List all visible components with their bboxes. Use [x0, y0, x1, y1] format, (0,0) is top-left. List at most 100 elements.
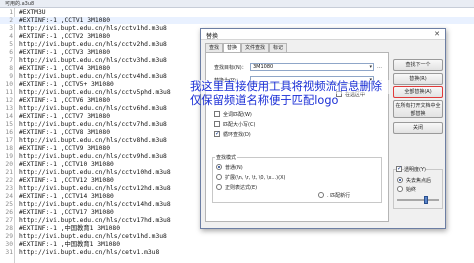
find-next-button[interactable]: 查找下一个 — [393, 59, 443, 71]
line-number: 27 — [5, 216, 13, 224]
line-number: 20 — [5, 160, 13, 168]
line-number: 17 — [5, 136, 13, 144]
dot-newline-label: . 匹配新行 — [327, 193, 351, 199]
line-text: #EXTINF:-1 ,CCTV5+ 3M1080 — [19, 80, 114, 88]
line-text: http://ivi.bupt.edu.cn/hls/cctv12hd.m3u8 — [19, 184, 171, 192]
line-text: http://ivi.bupt.edu.cn/hls/cctv10hd.m3u8 — [19, 168, 171, 176]
line-text: #EXTINF:-1 ,中国教育1 3M1080 — [19, 224, 121, 232]
tab-find[interactable]: 查找 — [205, 43, 223, 52]
find-input[interactable]: 3M1080 ▾ — [250, 63, 374, 71]
line-number: 7 — [9, 56, 13, 64]
line-number: 4 — [9, 32, 13, 40]
line-number: 24 — [5, 192, 13, 200]
line-text: #EXTINF:-1 ,CCTV17 3M1080 — [19, 208, 114, 216]
line-number: 8 — [9, 64, 13, 72]
line-number: 11 — [5, 88, 13, 96]
line-number: 19 — [5, 152, 13, 160]
line-number: 13 — [5, 104, 13, 112]
transparency-always-radio[interactable] — [397, 186, 403, 192]
line-text: #EXTINF:-1 ,CCTV12 3M1080 — [19, 176, 114, 184]
search-mode-radio[interactable] — [216, 164, 222, 170]
editor-line[interactable]: 31 http://ivi.bupt.edu.cn/hls/cetv1.m3u8 — [0, 249, 474, 257]
dialog-title: 替换 — [206, 33, 219, 40]
transparency-always-label: 始终 — [406, 187, 417, 193]
transparency-on-lose-focus-label: 失去焦点后 — [406, 178, 432, 184]
line-text: #EXTINF:-1 ,CCTV4 3M1080 — [19, 64, 110, 72]
find-value: 3M1080 — [253, 64, 274, 70]
line-text: http://ivi.bupt.edu.cn/hls/cctv14hd.m3u8 — [19, 200, 171, 208]
line-number: 10 — [5, 80, 13, 88]
line-number: 31 — [5, 248, 13, 256]
option-label: 循环查找(D) — [223, 132, 251, 138]
search-mode-title: 查找模式 — [215, 154, 238, 161]
chevron-down-icon[interactable]: ▾ — [369, 64, 372, 70]
search-mode-label: 扩展(\n, \r, \t, \0, \x...)(X) — [225, 175, 286, 181]
editor-line[interactable]: 1 #EXTM3U — [0, 9, 474, 17]
editor-line[interactable]: 2 #EXTINF:-1 ,CCTV1 3M1080 — [0, 16, 474, 24]
line-text: http://ivi.bupt.edu.cn/hls/cctv5phd.m3u8 — [19, 88, 171, 96]
editor-line[interactable]: 30 #EXTINF:-1 ,中国教育1 3M1080 — [0, 241, 474, 249]
line-text: #EXTINF:-1 ,CCTV7 3M1080 — [19, 112, 110, 120]
line-number: 22 — [5, 176, 13, 184]
line-number: 18 — [5, 144, 13, 152]
line-number: 29 — [5, 232, 13, 240]
transparency-slider-thumb[interactable] — [424, 196, 429, 204]
transparency-slider[interactable] — [397, 199, 439, 201]
tab-find-in-files[interactable]: 文件查找 — [241, 43, 269, 52]
editor-tab-bar: 可用的.a3u8 — [0, 0, 474, 8]
transparency-on-lose-focus-radio[interactable] — [397, 177, 403, 183]
close-button[interactable]: 关闭 — [393, 122, 443, 134]
line-text: http://ivi.bupt.edu.cn/hls/cctv17hd.m3u8 — [19, 216, 171, 224]
line-number: 23 — [5, 184, 13, 192]
tab-mark[interactable]: 标记 — [269, 43, 287, 52]
line-number: 21 — [5, 168, 13, 176]
line-number: 14 — [5, 112, 13, 120]
line-text: http://ivi.bupt.edu.cn/hls/cctv4hd.m3u8 — [19, 72, 167, 80]
more-icon[interactable]: … — [377, 64, 382, 70]
dot-newline-checkbox[interactable] — [318, 192, 324, 198]
search-mode-radio[interactable] — [216, 184, 222, 190]
close-icon[interactable]: ✕ — [434, 30, 440, 38]
line-number: 25 — [5, 200, 13, 208]
line-number: 26 — [5, 208, 13, 216]
search-mode-label: 普通(N) — [225, 165, 243, 171]
line-number: 28 — [5, 224, 13, 232]
option-checkbox[interactable] — [214, 130, 220, 137]
transparency-checkbox[interactable] — [396, 165, 402, 172]
line-number: 12 — [5, 96, 13, 104]
line-text: #EXTINF:-1 ,中国教育1 3M1080 — [19, 240, 121, 248]
line-text: http://ivi.bupt.edu.cn/hls/cctv7hd.m3u8 — [19, 120, 167, 128]
replace-dialog: 替换 ✕ 查找 替换 文件查找 标记 查找目标(N)： 3M1080 ▾ … 替… — [200, 28, 446, 229]
line-text: #EXTINF:-1 ,CCTV10 3M1080 — [19, 160, 114, 168]
annotation-line-2: 仅保留频道名称便于匹配logo — [190, 94, 339, 107]
annotation-note: 我这里直接使用工具将视频流信息删除 仅保留频道名称便于匹配logo — [190, 80, 390, 108]
line-text: #EXTINF:-1 ,CCTV8 3M1080 — [19, 128, 110, 136]
editor-line[interactable]: 29 http://ivi.bupt.edu.cn/hls/cetv1hd.m3u… — [0, 233, 474, 241]
line-text: http://ivi.bupt.edu.cn/hls/cctv1hd.m3u8 — [19, 24, 167, 32]
line-text: #EXTINF:-1 ,CCTV6 3M1080 — [19, 96, 110, 104]
option-checkbox[interactable] — [214, 121, 220, 127]
line-text: http://ivi.bupt.edu.cn/hls/cctv9hd.m3u8 — [19, 152, 167, 160]
line-text: #EXTM3U — [19, 8, 46, 16]
line-number: 9 — [9, 72, 13, 80]
dialog-title-bar: 替换 ✕ — [201, 29, 445, 40]
line-text: http://ivi.bupt.edu.cn/hls/cctv6hd.m3u8 — [19, 104, 167, 112]
replace-panel: 查找目标(N)： 3M1080 ▾ … 替换为(P)： ▾ … 在选区中 全词匹… — [205, 52, 389, 222]
replace-button[interactable]: 替换(R) — [393, 73, 443, 85]
find-label: 查找目标(N)： — [214, 65, 247, 71]
replace-all-open-docs-button[interactable]: 在所有打开文档中全部替换 — [393, 100, 443, 118]
line-number: 2 — [9, 16, 13, 24]
file-tab[interactable]: 可用的.a3u8 — [2, 0, 37, 8]
replace-all-button[interactable]: 全部替换(A) — [393, 86, 443, 98]
line-number: 15 — [5, 120, 13, 128]
line-text: http://ivi.bupt.edu.cn/hls/cetv1.m3u8 — [19, 248, 160, 256]
line-text: http://ivi.bupt.edu.cn/hls/cctv2hd.m3u8 — [19, 40, 167, 48]
line-number: 1 — [9, 8, 13, 16]
option-checkbox[interactable] — [214, 111, 220, 117]
line-text: #EXTINF:-1 ,CCTV9 3M1080 — [19, 144, 110, 152]
search-mode-radio[interactable] — [216, 174, 222, 180]
line-text: #EXTINF:-1 ,CCTV3 3M1080 — [19, 48, 110, 56]
option-label: 匹配大小写(C) — [223, 122, 256, 128]
line-text: http://ivi.bupt.edu.cn/hls/cctv3hd.m3u8 — [19, 56, 167, 64]
line-number: 30 — [5, 240, 13, 248]
